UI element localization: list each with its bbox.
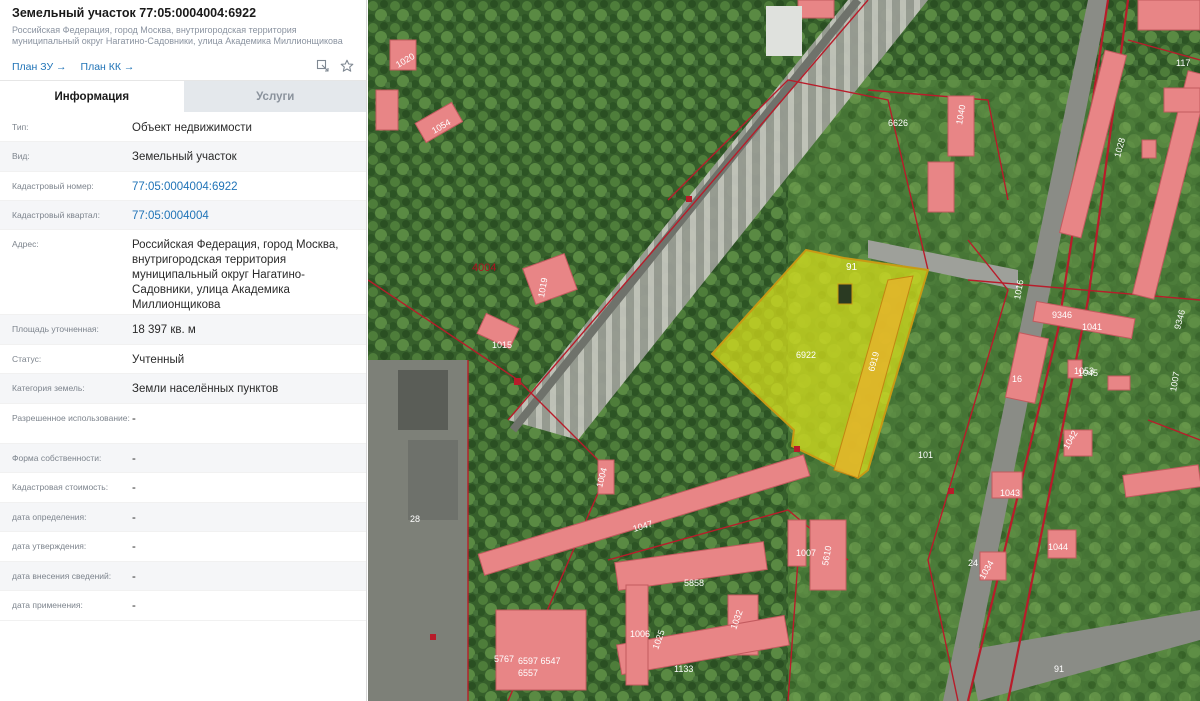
label-1044: 1044 — [1048, 542, 1068, 552]
property-label: Тип: — [12, 122, 29, 132]
property-label: дата определения: — [12, 512, 87, 522]
label-16: 16 — [1012, 374, 1022, 384]
property-value: - — [132, 413, 136, 425]
property-row: Кадастровый квартал: 77:05:0004004 — [0, 201, 366, 230]
map-view[interactable]: 4004 6922 6919 91 6626 1040 1054 1019 10… — [368, 0, 1200, 701]
tab-information[interactable]: Информация — [0, 81, 184, 112]
property-label: Разрешенное использование: — [12, 413, 130, 423]
star-icon[interactable] — [340, 59, 354, 73]
property-value-link[interactable]: 77:05:0004004:6922 — [132, 172, 366, 200]
panel-tabs: Информация Услуги — [0, 80, 366, 112]
property-value: - — [132, 453, 136, 465]
property-value: Земли населённых пунктов — [132, 383, 279, 395]
property-value: - — [132, 512, 136, 524]
property-row: Кадастровый номер: 77:05:0004004:6922 — [0, 172, 366, 201]
property-label: дата применения: — [12, 600, 83, 610]
property-row: Адрес: Российская Федерация, город Москва… — [0, 230, 366, 315]
object-address-subtitle: Российская Федерация, город Москва, внут… — [12, 25, 343, 46]
property-row: Вид: Земельный участок — [0, 142, 366, 172]
property-label: Кадастровый номер: — [12, 181, 94, 191]
label-5858: 5858 — [684, 578, 704, 588]
property-row: дата внесения сведений: - — [0, 562, 366, 591]
building-gray — [398, 370, 448, 430]
property-row: Разрешенное использование: - — [0, 404, 366, 444]
label-5767: 5767 — [494, 654, 514, 664]
label-101: 101 — [918, 450, 933, 460]
property-value: Учтенный — [132, 354, 185, 366]
plan-links: План ЗУ → План КК → — [12, 61, 134, 73]
property-value: - — [132, 541, 136, 553]
label-6557: 6557 — [518, 668, 538, 678]
label-1007: 1007 — [796, 548, 816, 558]
panel-tools — [316, 59, 354, 73]
property-row: Статус: Учтенный — [0, 345, 366, 374]
property-label: Кадастровая стоимость: — [12, 482, 109, 492]
property-label: Площадь уточненная: — [12, 324, 99, 334]
property-row: Тип: Объект недвижимости — [0, 113, 366, 142]
quarter-label: 4004 — [472, 262, 496, 274]
property-value-link[interactable]: 77:05:0004004 — [132, 201, 366, 229]
property-value: 18 397 кв. м — [132, 324, 196, 336]
info-panel: Земельный участок 77:05:0004004:6922 Рос… — [0, 0, 367, 701]
label-24: 24 — [968, 558, 978, 568]
label-1043: 1043 — [1000, 488, 1020, 498]
property-row: дата применения: - — [0, 591, 366, 621]
property-label: Статус: — [12, 354, 42, 364]
property-label: Кадастровый квартал: — [12, 210, 100, 220]
label-1006: 1006 — [630, 629, 650, 639]
parcel-hole — [837, 283, 853, 305]
property-value: - — [132, 571, 136, 583]
label-117: 117 — [1176, 58, 1190, 68]
property-label: Вид: — [12, 151, 30, 161]
property-label: Форма собственности: — [12, 453, 102, 463]
property-table: Тип: Объект недвижимости Вид: Земельный уча… — [0, 113, 366, 621]
property-value: Земельный участок — [132, 151, 237, 163]
label-1053: 1053 — [1074, 366, 1094, 376]
label-1041: 1041 — [1082, 322, 1102, 332]
property-label: Категория земель: — [12, 383, 85, 393]
copy-link-icon[interactable] — [316, 59, 330, 73]
property-value: Объект недвижимости — [132, 122, 252, 134]
plan-zu-link[interactable]: План ЗУ → — [12, 61, 67, 73]
property-label: дата утверждения: — [12, 541, 87, 551]
property-row: дата утверждения: - — [0, 532, 366, 562]
property-row: Категория земель: Земли населённых пункто… — [0, 374, 366, 404]
property-value: - — [132, 482, 136, 494]
building-gray — [408, 440, 458, 520]
property-value: - — [132, 600, 136, 612]
white-building — [766, 6, 802, 56]
plan-kk-link[interactable]: План КК → — [81, 61, 135, 73]
label-6626: 6626 — [888, 118, 908, 128]
property-label: Адрес: — [12, 239, 39, 249]
property-row: Площадь уточненная: 18 397 кв. м — [0, 315, 366, 345]
label-28: 28 — [410, 514, 420, 524]
label-9346: 9346 — [1052, 310, 1072, 320]
label-6597: 6597 6547 — [518, 656, 561, 666]
label-1133: 1133 — [674, 664, 693, 674]
property-label: дата внесения сведений: — [12, 571, 112, 581]
property-row: Кадастровая стоимость: - — [0, 473, 366, 503]
tab-services[interactable]: Услуги — [183, 81, 366, 112]
label-1015: 1015 — [492, 340, 512, 350]
label-91b: 91 — [1054, 664, 1064, 674]
property-value: Российская Федерация, город Москва, внут… — [132, 239, 339, 311]
property-row: дата определения: - — [0, 503, 366, 532]
map-canvas[interactable]: 4004 6922 6919 91 6626 1040 1054 1019 10… — [368, 0, 1200, 701]
parcel-label: 6922 — [796, 350, 816, 360]
object-title: Земельный участок 77:05:0004004:6922 — [12, 6, 257, 20]
label-91: 91 — [846, 262, 858, 273]
property-row: Форма собственности: - — [0, 444, 366, 473]
